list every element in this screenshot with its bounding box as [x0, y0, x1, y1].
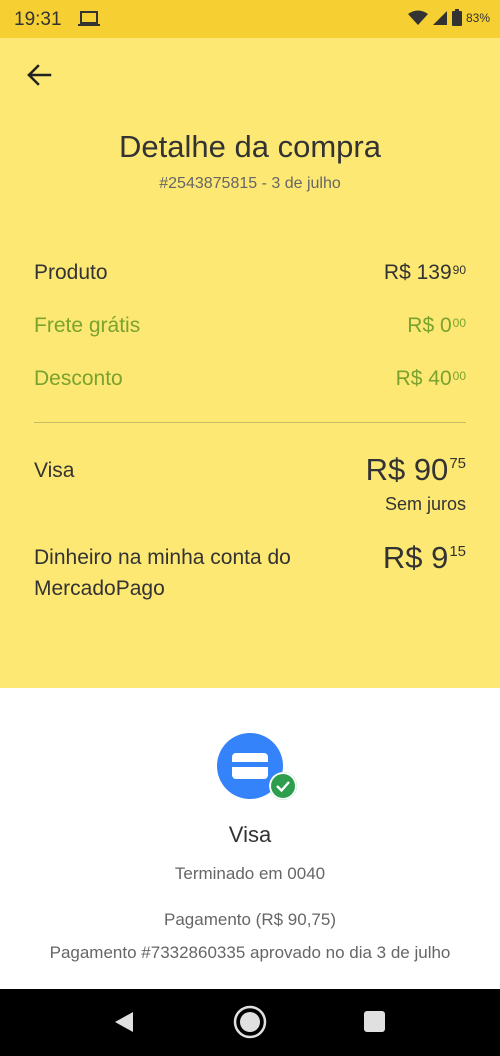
card-name: Visa	[228, 822, 272, 847]
discount-label: Desconto	[34, 367, 123, 390]
account-money-label: Dinheiro na minha conta do MercadoPago	[34, 546, 291, 600]
account-money-amount: R$ 915	[382, 540, 466, 575]
battery-icon	[451, 9, 462, 26]
signal-icon	[432, 10, 447, 25]
nav-recents-icon[interactable]	[364, 1011, 385, 1032]
product-label: Produto	[34, 261, 108, 284]
divider	[34, 422, 466, 423]
product-value: R$ 13990	[383, 261, 466, 284]
visa-amount: R$ 9075	[365, 452, 466, 487]
wifi-icon	[407, 10, 428, 25]
nav-home-icon[interactable]	[233, 1005, 267, 1039]
purchase-id: #2543875815 - 3 de julho	[159, 175, 341, 192]
nav-back-icon[interactable]	[113, 1011, 135, 1033]
shipping-value: R$ 000	[407, 314, 466, 337]
card-ending: Terminado em 0040	[174, 864, 326, 883]
visa-note: Sem juros	[384, 494, 466, 514]
shipping-label: Frete grátis	[34, 314, 141, 337]
payment-approved: Pagamento #7332860335 aprovado no dia 3 …	[49, 943, 451, 962]
status-time: 19:31	[14, 9, 62, 30]
visa-label: Visa	[34, 459, 75, 482]
laptop-icon	[78, 11, 100, 26]
battery-percent: 83%	[465, 10, 490, 25]
discount-value: R$ 4000	[395, 367, 466, 390]
status-icons: 83%	[407, 9, 490, 26]
page-title: Detalhe da compra	[119, 129, 381, 164]
navigation-bar	[0, 989, 500, 1056]
status-bar: 19:31 83%	[0, 0, 500, 38]
payment-amount: Pagamento (R$ 90,75)	[164, 910, 336, 929]
back-arrow-icon[interactable]	[24, 60, 54, 90]
check-icon	[269, 772, 297, 800]
